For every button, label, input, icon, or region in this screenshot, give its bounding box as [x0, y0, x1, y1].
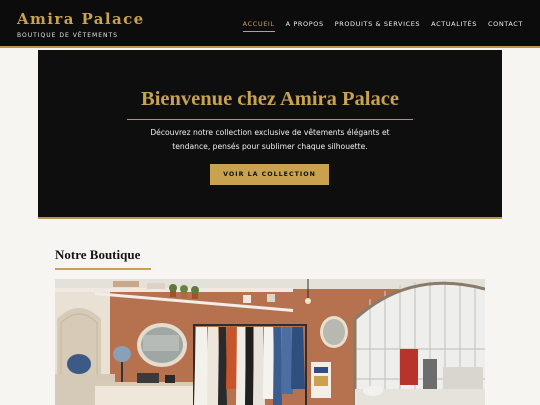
nav-item-accueil[interactable]: ACCUEIL	[242, 20, 275, 32]
section-title-underline	[55, 268, 151, 270]
view-collection-button[interactable]: VOIR LA COLLECTION	[210, 164, 329, 185]
nav-item-contact[interactable]: CONTACT	[488, 20, 523, 32]
section-title-boutique: Notre Boutique	[55, 247, 141, 262]
hero-divider	[127, 119, 413, 120]
main-nav: ACCUEIL A PROPOS PRODUITS & SERVICES ACT…	[242, 20, 523, 32]
nav-item-produits-services[interactable]: PRODUITS & SERVICES	[335, 20, 420, 32]
site-header: Amira Palace BOUTIQUE DE VÊTEMENTS ACCUE…	[0, 0, 540, 48]
boutique-interior-photo	[55, 279, 485, 405]
hero-title: Bienvenue chez Amira Palace	[141, 88, 399, 110]
hero-banner: Bienvenue chez Amira Palace Découvrez no…	[38, 50, 502, 219]
hero-description: Découvrez notre collection exclusive de …	[150, 128, 390, 151]
brand-logo[interactable]: Amira Palace	[17, 10, 145, 28]
nav-item-actualites[interactable]: ACTUALITÉS	[431, 20, 477, 32]
nav-item-a-propos[interactable]: A PROPOS	[286, 20, 324, 32]
brand-tagline: BOUTIQUE DE VÊTEMENTS	[17, 32, 118, 39]
